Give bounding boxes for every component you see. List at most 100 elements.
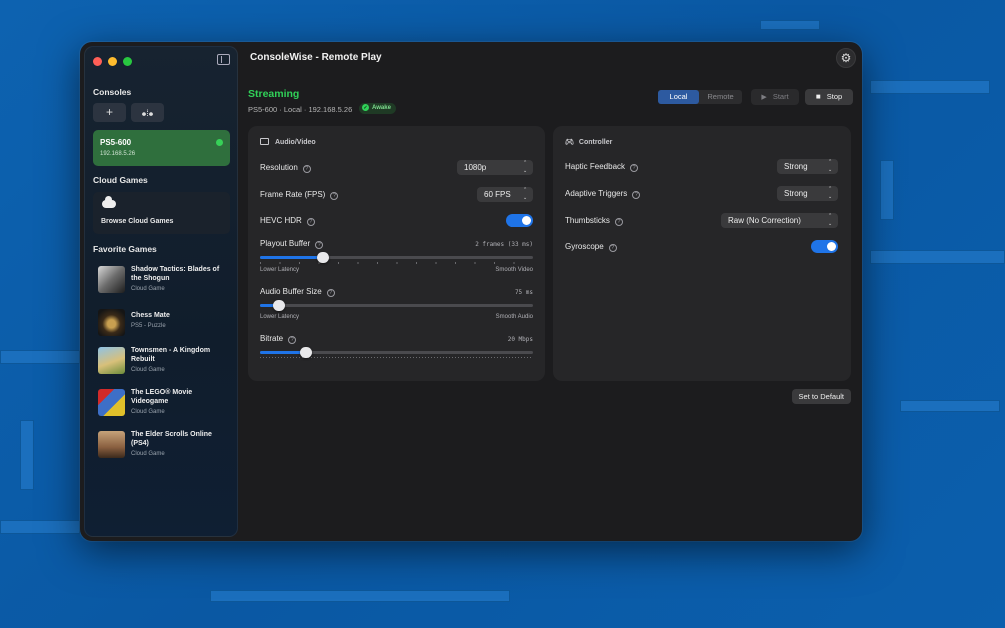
- cloud-games-heading: Cloud Games: [93, 175, 148, 185]
- game-cover-image: [98, 389, 125, 416]
- haptic-feedback-label-text: Haptic Feedback: [565, 162, 626, 171]
- playout-buffer-label: Playout Buffer?: [260, 239, 324, 249]
- network-icon: ⦁⁞⦁: [141, 108, 154, 118]
- frame-rate-label-text: Frame Rate (FPS): [260, 190, 326, 199]
- console-ip: 192.168.5.26: [100, 151, 136, 157]
- haptic-feedback-select[interactable]: Strong: [777, 159, 838, 174]
- browse-cloud-games-button[interactable]: Browse Cloud Games: [93, 192, 230, 234]
- wallpaper-block: [0, 350, 80, 364]
- wallpaper-block: [880, 160, 894, 220]
- game-subtitle: Cloud Game: [131, 409, 165, 415]
- controller-heading-label: Controller: [578, 139, 613, 146]
- bitrate-label: Bitrate?: [260, 334, 297, 344]
- console-name: PS5-600: [100, 138, 132, 147]
- favorite-game-item[interactable]: Chess Mate PS5 - Puzzle: [98, 309, 238, 339]
- start-label: Start: [772, 92, 789, 101]
- start-button[interactable]: ▶ Start: [751, 89, 799, 105]
- audio-buffer-label: Audio Buffer Size?: [260, 287, 335, 297]
- controller-heading: 🎮︎ Controller: [565, 138, 612, 146]
- adaptive-triggers-select[interactable]: Strong: [777, 186, 838, 201]
- bitrate-slider[interactable]: [260, 347, 533, 358]
- audio-max-hint: Smooth Audio: [495, 314, 533, 320]
- slider-ticks: [260, 357, 533, 358]
- wallpaper-block: [900, 400, 1000, 412]
- resolution-label: Resolution?: [260, 163, 311, 173]
- audio-video-heading: Audio/Video: [260, 138, 316, 146]
- adaptive-triggers-label-text: Adaptive Triggers: [565, 189, 628, 198]
- audio-buffer-value: 75 ms: [514, 289, 533, 296]
- game-cover-image: [98, 266, 125, 293]
- audio-min-hint: Lower Latency: [260, 314, 300, 320]
- game-cover-image: [98, 431, 125, 458]
- audio-buffer-label-text: Audio Buffer Size: [260, 287, 322, 296]
- gyroscope-toggle[interactable]: [811, 240, 838, 253]
- haptic-feedback-label: Haptic Feedback?: [565, 162, 639, 172]
- zoom-window-button[interactable]: [123, 57, 132, 66]
- help-icon[interactable]: ?: [315, 241, 324, 249]
- help-icon[interactable]: ?: [608, 244, 617, 252]
- thumbsticks-select[interactable]: Raw (No Correction): [721, 213, 838, 228]
- connection-mode-segmented-control: Local Remote: [658, 90, 742, 104]
- game-cover-image: [98, 309, 125, 336]
- minimize-window-button[interactable]: [108, 57, 117, 66]
- hdr-label-text: HEVC HDR: [260, 216, 302, 225]
- sidebar-toggle-icon[interactable]: [217, 54, 230, 65]
- slider-ticks: [260, 262, 533, 264]
- hdr-label: HEVC HDR?: [260, 216, 315, 226]
- connection-details: PS5-600 · Local · 192.168.5.26: [248, 105, 353, 114]
- close-window-button[interactable]: [93, 57, 102, 66]
- help-icon[interactable]: ?: [630, 164, 639, 172]
- segment-local[interactable]: Local: [658, 90, 699, 104]
- thumbsticks-label-text: Thumbsticks: [565, 216, 610, 225]
- connect-console-button[interactable]: ⦁⁞⦁: [131, 103, 164, 122]
- playout-buffer-label-text: Playout Buffer: [260, 239, 311, 248]
- help-icon[interactable]: ?: [306, 218, 315, 226]
- app-window: Consoles + ⦁⁞⦁ PS5-600 192.168.5.26 Clou…: [80, 42, 862, 541]
- window-title: ConsoleWise - Remote Play: [250, 52, 382, 63]
- help-icon[interactable]: ?: [614, 218, 623, 226]
- frame-rate-select[interactable]: 60 FPS: [477, 187, 533, 202]
- hdr-toggle[interactable]: [506, 214, 533, 227]
- slider-knob[interactable]: [273, 300, 286, 311]
- favorite-games-heading: Favorite Games: [93, 244, 157, 254]
- help-icon[interactable]: ?: [326, 289, 335, 297]
- segment-remote[interactable]: Remote: [699, 90, 742, 104]
- audio-buffer-slider[interactable]: [260, 300, 533, 311]
- game-title: The Elder Scrolls Online (PS4): [131, 431, 212, 447]
- audio-video-heading-label: Audio/Video: [275, 139, 316, 146]
- help-icon[interactable]: ?: [330, 192, 339, 200]
- add-console-button[interactable]: +: [93, 103, 126, 122]
- slider-fill: [260, 256, 323, 259]
- resolution-select[interactable]: 1080p: [457, 160, 533, 175]
- console-item[interactable]: PS5-600 192.168.5.26: [93, 130, 230, 166]
- gyroscope-label: Gyroscope?: [565, 242, 617, 252]
- main-content: ConsoleWise - Remote Play ⚙ Streaming PS…: [238, 42, 862, 541]
- wallpaper-block: [870, 250, 1005, 264]
- slider-knob[interactable]: [316, 252, 329, 263]
- browse-cloud-games-label: Browse Cloud Games: [101, 218, 174, 225]
- help-icon[interactable]: ?: [288, 336, 297, 344]
- favorite-game-item[interactable]: Townsmen - A Kingdom Rebuilt Cloud Game: [98, 347, 238, 377]
- thumbsticks-label: Thumbsticks?: [565, 216, 623, 226]
- gear-icon: ⚙: [840, 51, 852, 65]
- stop-button[interactable]: ■ Stop: [805, 89, 853, 105]
- wallpaper-block: [210, 590, 510, 602]
- favorite-game-item[interactable]: The LEGO® Movie Videogame Cloud Game: [98, 389, 238, 419]
- controller-panel: 🎮︎ Controller Haptic Feedback? Strong Ada…: [553, 126, 851, 381]
- wallpaper-block: [870, 80, 990, 94]
- favorite-game-item[interactable]: Shadow Tactics: Blades of the Shogun Clo…: [98, 266, 238, 296]
- favorite-game-item[interactable]: The Elder Scrolls Online (PS4) Cloud Gam…: [98, 431, 238, 461]
- frame-rate-label: Frame Rate (FPS)?: [260, 190, 339, 200]
- bitrate-value: 20 Mbps: [507, 336, 533, 343]
- console-status-icon: [216, 139, 223, 146]
- gamepad-icon: 🎮︎: [565, 139, 574, 146]
- bitrate-label-text: Bitrate: [260, 334, 284, 343]
- game-cover-image: [98, 347, 125, 374]
- audio-video-panel: Audio/Video Resolution? 1080p Frame Rate…: [248, 126, 545, 381]
- help-icon[interactable]: ?: [632, 191, 641, 199]
- playout-buffer-slider[interactable]: [260, 252, 533, 264]
- game-title: Chess Mate: [131, 312, 170, 319]
- help-icon[interactable]: ?: [302, 165, 311, 173]
- settings-button[interactable]: ⚙: [836, 48, 856, 68]
- set-to-default-button[interactable]: Set to Default: [791, 389, 851, 404]
